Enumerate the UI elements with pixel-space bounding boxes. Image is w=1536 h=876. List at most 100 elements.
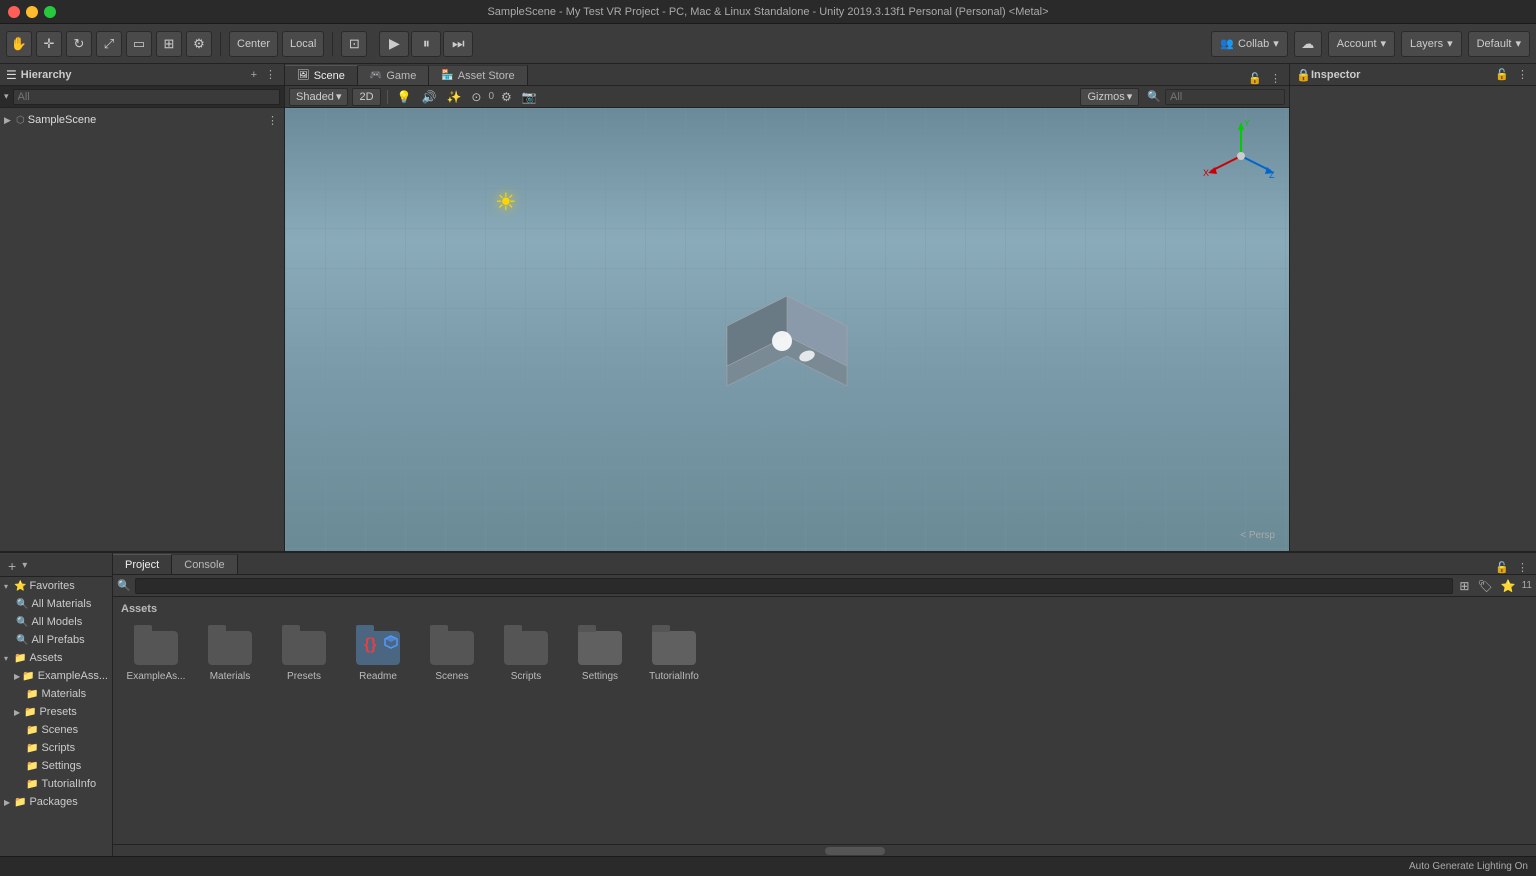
scene-view[interactable]: ☀ Y X Z bbox=[285, 108, 1289, 551]
tree-settings[interactable]: 📁 Settings bbox=[0, 757, 112, 775]
account-button[interactable]: Account ▾ bbox=[1328, 31, 1395, 57]
right-toolbar: 👥 Collab ▾ ☁ Account ▾ Layers ▾ Default … bbox=[1211, 31, 1530, 57]
asset-presets-label: Presets bbox=[287, 671, 321, 682]
hierarchy-search-input[interactable] bbox=[13, 89, 280, 105]
tab-console[interactable]: Console bbox=[172, 554, 237, 574]
scenes-label: Scenes bbox=[41, 724, 78, 736]
move-tool-button[interactable]: ✛ bbox=[36, 31, 62, 57]
all-models-label: All Models bbox=[31, 616, 82, 628]
tutorialinfo-label: TutorialInfo bbox=[41, 778, 96, 790]
cloud-button[interactable]: ☁ bbox=[1294, 31, 1322, 57]
asset-readme-label: Readme bbox=[359, 671, 397, 682]
tree-all-prefabs[interactable]: 🔍 All Prefabs bbox=[0, 631, 112, 649]
project-add-dropdown[interactable]: ▾ bbox=[22, 560, 27, 571]
play-button[interactable]: ▶ bbox=[379, 31, 409, 57]
rect-tool-button[interactable]: ▭ bbox=[126, 31, 152, 57]
account-dropdown-icon: ▾ bbox=[1381, 37, 1387, 50]
effects-toggle[interactable]: ✨ bbox=[443, 90, 464, 104]
tree-materials[interactable]: 📁 Materials bbox=[0, 685, 112, 703]
project-add-button[interactable]: + bbox=[6, 558, 18, 574]
scrollbar-thumb[interactable] bbox=[825, 847, 885, 855]
scene-camera-options[interactable]: 📷 bbox=[519, 90, 540, 104]
2d-button[interactable]: 2D bbox=[352, 88, 380, 106]
snap-button[interactable]: ⊡ bbox=[341, 31, 367, 57]
persp-label: < Persp bbox=[1240, 530, 1275, 541]
project-search-input[interactable] bbox=[135, 578, 1454, 594]
layout-button[interactable]: Default ▾ bbox=[1468, 31, 1530, 57]
favorites-label: Favorites bbox=[29, 580, 74, 592]
rotate-tool-button[interactable]: ↻ bbox=[66, 31, 92, 57]
exampleassets-icon: 📁 bbox=[22, 671, 34, 682]
tree-all-models[interactable]: 🔍 All Models bbox=[0, 613, 112, 631]
console-tab-label: Console bbox=[184, 559, 224, 571]
hand-tool-button[interactable]: ✋ bbox=[6, 31, 32, 57]
project-tree: + ▾ ▾ ⭐ Favorites 🔍 All Materials 🔍 All … bbox=[0, 553, 113, 856]
tree-all-materials[interactable]: 🔍 All Materials bbox=[0, 595, 112, 613]
asset-materials[interactable]: Materials bbox=[195, 623, 265, 686]
hierarchy-more-button[interactable]: ⋮ bbox=[263, 68, 278, 81]
scene-more-button[interactable]: ⋮ bbox=[265, 114, 280, 127]
inspector-lock-button[interactable]: 🔓 bbox=[1493, 68, 1511, 81]
asset-tutorialinfo[interactable]: TutorialInfo bbox=[639, 623, 709, 686]
audio-toggle[interactable]: 🔊 bbox=[418, 90, 439, 104]
view-favorites[interactable]: ⭐ bbox=[1499, 579, 1518, 593]
hierarchy-search-bar: ▾ bbox=[0, 86, 284, 108]
asset-scenes[interactable]: Scenes bbox=[417, 623, 487, 686]
pivot-mode-button[interactable]: Center bbox=[229, 31, 278, 57]
transform-tool-button[interactable]: ⊞ bbox=[156, 31, 182, 57]
show-overlay[interactable]: ⊙ bbox=[468, 90, 484, 104]
readme-bracket-icon: {} bbox=[364, 637, 376, 653]
layers-button[interactable]: Layers ▾ bbox=[1401, 31, 1462, 57]
asset-readme[interactable]: {} Readme bbox=[343, 623, 413, 686]
custom-tool-button[interactable]: ⚙ bbox=[186, 31, 212, 57]
view-toggle-2[interactable]: 🏷 bbox=[1475, 579, 1494, 593]
tree-packages[interactable]: ▶ 📁 Packages bbox=[0, 793, 112, 811]
tab-project[interactable]: Project bbox=[113, 554, 172, 574]
shading-mode-button[interactable]: Shaded ▾ bbox=[289, 88, 348, 106]
gizmos-button[interactable]: Gizmos ▾ bbox=[1080, 88, 1139, 106]
collab-button[interactable]: 👥 Collab ▾ bbox=[1211, 31, 1287, 57]
horizontal-scrollbar[interactable] bbox=[113, 844, 1536, 856]
pivot-space-button[interactable]: Local bbox=[282, 31, 324, 57]
tree-tutorialinfo[interactable]: 📁 TutorialInfo bbox=[0, 775, 112, 793]
scene-panel-lock[interactable]: 🔓 bbox=[1246, 72, 1264, 85]
scene-panel-more[interactable]: ⋮ bbox=[1268, 72, 1283, 85]
inspector-more-button[interactable]: ⋮ bbox=[1515, 68, 1530, 81]
maximize-button[interactable] bbox=[44, 6, 56, 18]
tree-assets[interactable]: ▾ 📁 Assets bbox=[0, 649, 112, 667]
asset-scripts-label: Scripts bbox=[511, 671, 542, 682]
tree-scenes[interactable]: 📁 Scenes bbox=[0, 721, 112, 739]
lighting-toggle[interactable]: 💡 bbox=[394, 90, 415, 104]
asset-settings[interactable]: Settings bbox=[565, 623, 635, 686]
shading-dropdown-icon: ▾ bbox=[336, 90, 342, 103]
minimize-button[interactable] bbox=[26, 6, 38, 18]
tab-game[interactable]: 🎮 Game bbox=[358, 65, 429, 85]
tree-presets[interactable]: ▶ 📁 Presets bbox=[0, 703, 112, 721]
pause-button[interactable]: ⏸ bbox=[411, 31, 441, 57]
hierarchy-title: Hierarchy bbox=[21, 69, 72, 81]
asset-exampleassets[interactable]: ExampleAs... bbox=[121, 623, 191, 686]
settings-label: Settings bbox=[41, 760, 81, 772]
asset-scenes-label: Scenes bbox=[435, 671, 468, 682]
scale-tool-button[interactable]: ⤢ bbox=[96, 31, 122, 57]
hierarchy-add-button[interactable]: + bbox=[249, 68, 259, 81]
hierarchy-item-samplescene[interactable]: ▶ ⬡ SampleScene ⋮ bbox=[0, 110, 284, 130]
project-lock-button[interactable]: 🔓 bbox=[1493, 561, 1511, 574]
view-toggle-1[interactable]: ⊞ bbox=[1457, 579, 1471, 593]
asset-settings-label: Settings bbox=[582, 671, 618, 682]
tree-scripts[interactable]: 📁 Scripts bbox=[0, 739, 112, 757]
asset-scripts[interactable]: Scripts bbox=[491, 623, 561, 686]
step-button[interactable]: ⏭ bbox=[443, 31, 473, 57]
assets-title: Assets bbox=[117, 601, 1532, 619]
scene-more-options[interactable]: ⚙ bbox=[498, 90, 515, 104]
tree-exampleassets[interactable]: ▶ 📁 ExampleAss... bbox=[0, 667, 112, 685]
tab-scene[interactable]: 🖼 Scene bbox=[285, 65, 358, 85]
search-icon-3: 🔍 bbox=[16, 635, 28, 646]
asset-presets[interactable]: Presets bbox=[269, 623, 339, 686]
tab-asset-store[interactable]: 🏪 Asset Store bbox=[429, 65, 527, 85]
scripts-label: Scripts bbox=[41, 742, 75, 754]
project-more-button[interactable]: ⋮ bbox=[1515, 561, 1530, 574]
close-button[interactable] bbox=[8, 6, 20, 18]
scene-search-input[interactable] bbox=[1165, 89, 1285, 105]
tree-favorites[interactable]: ▾ ⭐ Favorites bbox=[0, 577, 112, 595]
